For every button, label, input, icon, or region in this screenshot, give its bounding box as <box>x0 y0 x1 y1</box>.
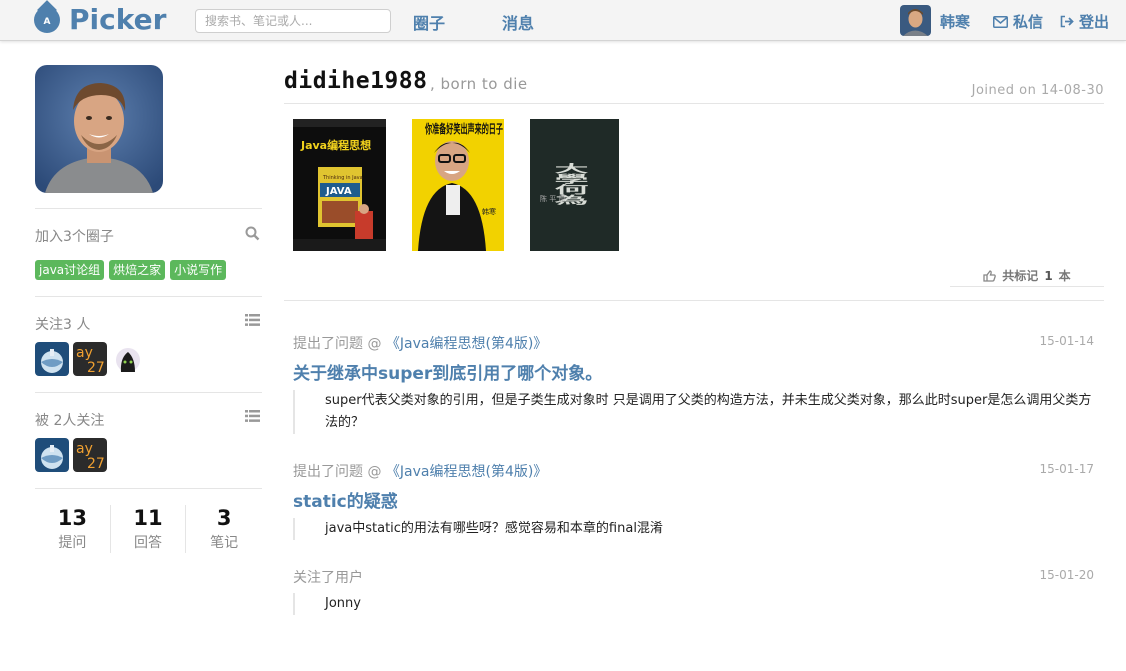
main-divider <box>284 103 1104 104</box>
activity-date: 15-01-20 <box>1039 568 1094 582</box>
envelope-icon <box>993 15 1008 28</box>
svg-text:ay: ay <box>76 441 93 457</box>
stat-label: 回答 <box>134 535 162 551</box>
activity-date: 15-01-17 <box>1039 462 1094 476</box>
logout-label: 登出 <box>1079 13 1110 31</box>
question-body: java中static的用法有哪些呀？感觉容易和本章的final混淆 <box>293 518 1094 540</box>
stat-number: 13 <box>57 506 87 530</box>
activity-header: 提出了问题 @ 《Java编程思想(第4版)》 <box>293 464 548 480</box>
nav-messages-link[interactable]: 消息 <box>502 10 534 34</box>
joined-circles-section: 加入3个圈子 <box>35 226 262 246</box>
book-link[interactable]: 《Java编程思想(第4版)》 <box>386 336 547 352</box>
profile-motto: , born to die <box>430 75 528 93</box>
list-icon[interactable] <box>245 410 260 422</box>
profile-avatar <box>35 65 163 193</box>
svg-text:Java编程思想: Java编程思想 <box>300 138 371 152</box>
stat-answers[interactable]: 11 回答 <box>111 505 187 553</box>
circle-tag[interactable]: 烘焙之家 <box>109 260 166 280</box>
activity-header: 提出了问题 @ 《Java编程思想(第4版)》 <box>293 336 548 352</box>
stat-number: 11 <box>133 506 163 530</box>
nav-circles-link[interactable]: 圈子 <box>413 10 445 34</box>
book-cover[interactable]: 你准备好笑出声来的日子 韩寒 <box>412 119 504 251</box>
sidebar-divider <box>35 488 262 489</box>
logo-text: Picker <box>69 3 167 36</box>
user-avatar[interactable] <box>900 5 931 36</box>
follower-avatar[interactable] <box>35 438 69 472</box>
book-cover[interactable]: Java编程思想 Thinking in Java JAVA <box>293 119 386 251</box>
logo-drop-icon: A <box>34 7 60 33</box>
activity-item: 关注了用户 15-01-20 Jonny <box>293 567 1094 615</box>
followers-title: 被 2人关注 <box>35 413 105 429</box>
sidebar-divider <box>35 208 262 209</box>
follower-avatar[interactable]: ay 27 <box>73 438 107 472</box>
question-body: super代表父类对象的引用，但是子类生成对象时 只是调用了父类的构造方法，并未… <box>293 390 1094 434</box>
activity-item: 提出了问题 @ 《Java编程思想(第4版)》 15-01-14 关于继承中su… <box>293 333 1094 434</box>
stat-label: 提问 <box>58 535 87 551</box>
stat-number: 3 <box>216 506 232 530</box>
book-cover[interactable]: 大學何為 陈 平 原 <box>530 119 619 251</box>
circle-tags: java讨论组 烘焙之家 小说写作 <box>35 260 227 280</box>
private-message-label: 私信 <box>1013 13 1044 31</box>
following-section: 关注3 人 <box>35 314 262 334</box>
book-link[interactable]: 《Java编程思想(第4版)》 <box>386 464 547 480</box>
list-icon[interactable] <box>245 314 260 326</box>
main-divider <box>284 300 1104 301</box>
question-title[interactable]: static的疑惑 <box>293 487 1094 512</box>
following-avatar[interactable] <box>35 342 69 376</box>
profile-stats: 13 提问 11 回答 3 笔记 <box>35 505 262 553</box>
joined-circles-title: 加入3个圈子 <box>35 229 114 245</box>
circle-tag[interactable]: 小说写作 <box>170 260 227 280</box>
followers-section: 被 2人关注 <box>35 410 262 430</box>
follower-avatars: ay 27 <box>35 438 107 472</box>
svg-text:陈 平 原: 陈 平 原 <box>540 194 565 203</box>
activity-item: 提出了问题 @ 《Java编程思想(第4版)》 15-01-17 static的… <box>293 461 1094 540</box>
search-input[interactable]: 搜索书、笔记或人... <box>195 9 391 33</box>
stat-label: 笔记 <box>210 535 239 551</box>
profile-username: didihe1988 <box>284 68 428 94</box>
svg-text:27: 27 <box>87 360 105 376</box>
svg-text:Thinking in Java: Thinking in Java <box>322 175 363 181</box>
private-message-link[interactable]: 私信 <box>993 11 1043 32</box>
following-avatar[interactable]: ay 27 <box>73 342 107 376</box>
activity-date: 15-01-14 <box>1039 334 1094 348</box>
activity-header: 关注了用户 <box>293 570 363 586</box>
following-avatar[interactable] <box>111 342 145 376</box>
following-avatars: ay 27 <box>35 342 145 376</box>
circle-tag[interactable]: java讨论组 <box>35 260 105 280</box>
stat-notes[interactable]: 3 笔记 <box>186 505 262 553</box>
svg-text:ay: ay <box>76 345 93 361</box>
stat-questions[interactable]: 13 提问 <box>35 505 111 553</box>
question-title[interactable]: 关于继承中super到底引用了哪个对象。 <box>293 359 1094 384</box>
sign-out-icon <box>1060 15 1074 28</box>
logout-link[interactable]: 登出 <box>1060 11 1109 32</box>
logo[interactable]: A Picker <box>34 5 166 35</box>
following-title: 关注3 人 <box>35 317 91 333</box>
svg-text:27: 27 <box>87 456 105 472</box>
marked-books-count[interactable]: 共标记 1 本 <box>950 265 1104 287</box>
thumbs-up-icon <box>983 269 997 282</box>
top-navbar: A Picker 搜索书、笔记或人... 圈子 消息 韩寒 私信 登出 <box>0 0 1126 41</box>
search-icon[interactable] <box>245 226 260 241</box>
sidebar-divider <box>35 296 262 297</box>
joined-date: Joined on 14-08-30 <box>971 83 1104 98</box>
sidebar-divider <box>35 392 262 393</box>
nav-user-name[interactable]: 韩寒 <box>940 11 970 32</box>
svg-text:韩寒: 韩寒 <box>482 207 496 216</box>
svg-text:你准备好笑出声来的日子: 你准备好笑出声来的日子 <box>424 121 503 136</box>
svg-text:JAVA: JAVA <box>325 186 352 197</box>
followed-user[interactable]: Jonny <box>293 593 1094 615</box>
